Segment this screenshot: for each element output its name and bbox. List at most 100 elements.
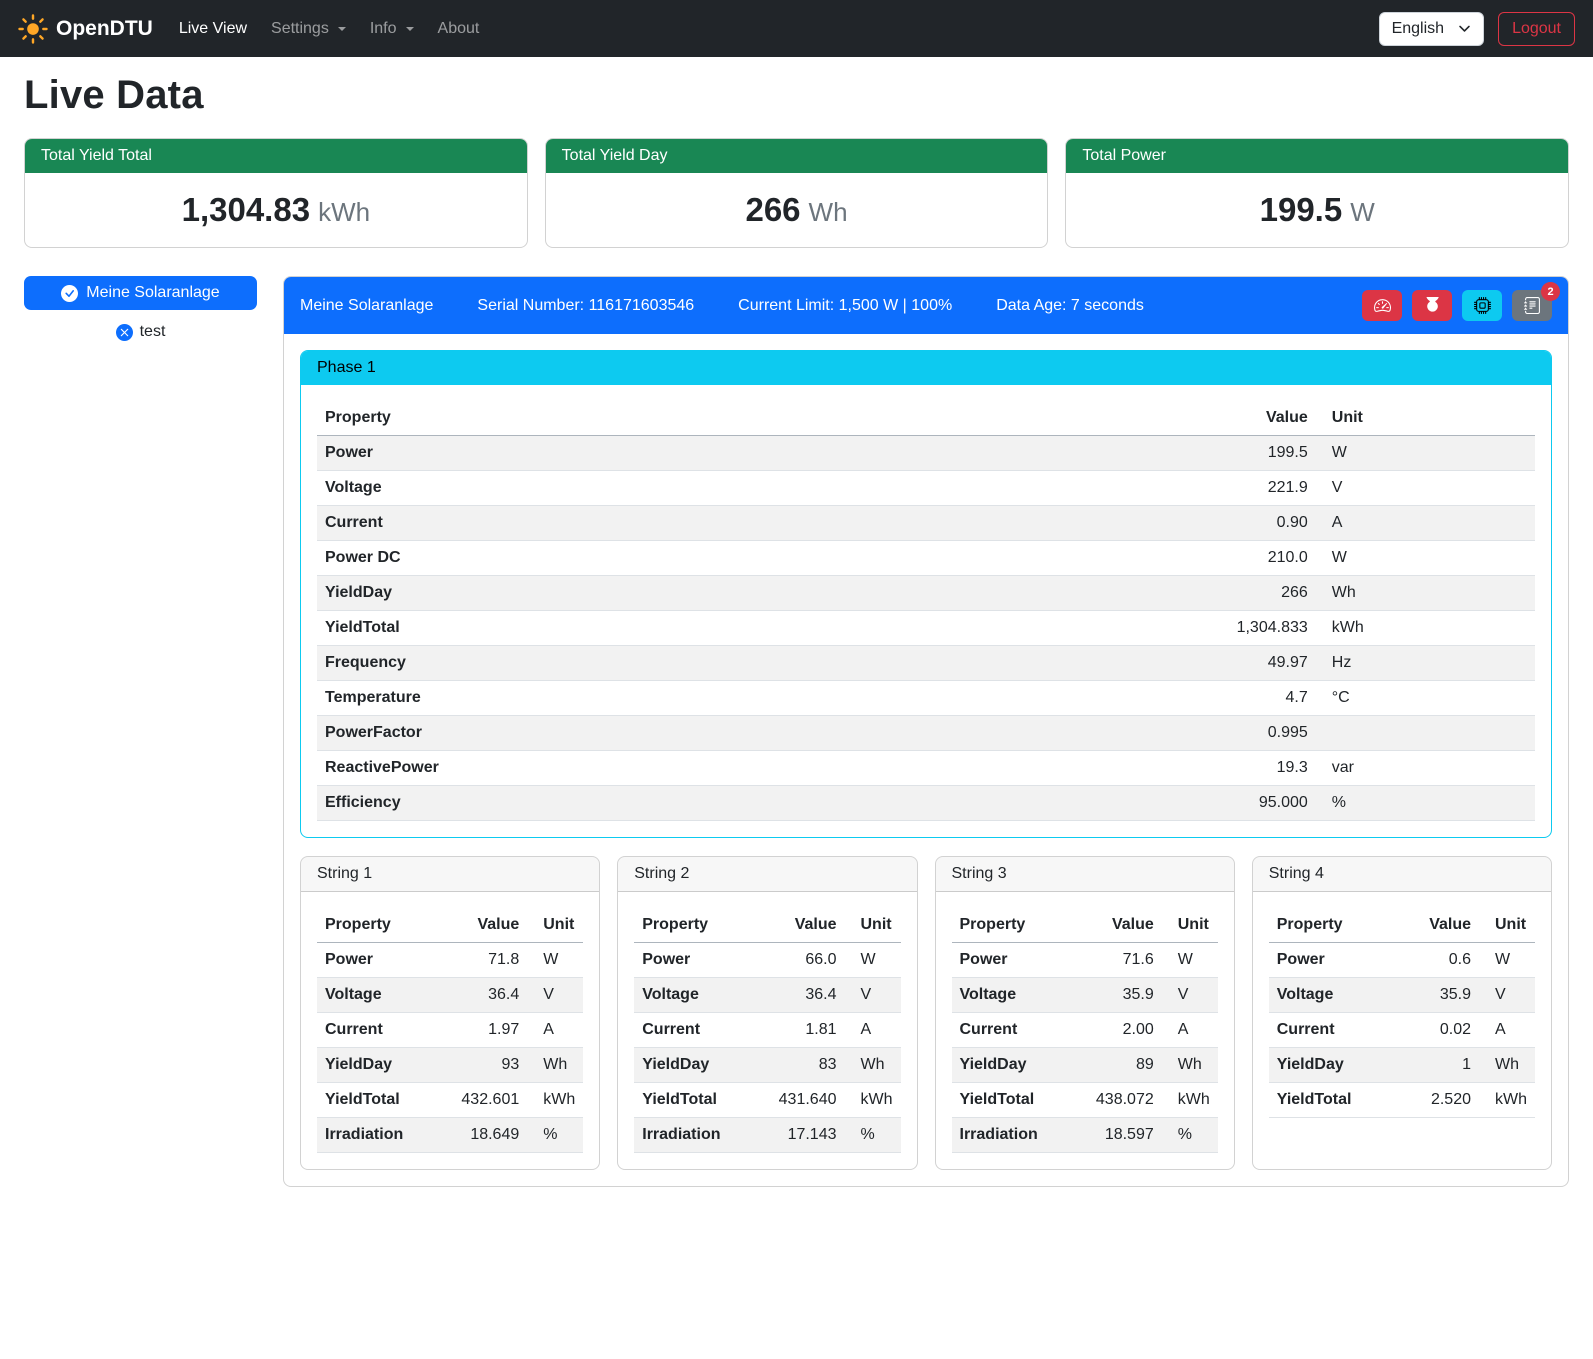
page-container: Live Data Total Yield Total 1,304.83kWh … [0,73,1593,1215]
string-card: String 4 Property Value Unit Power0.6WVo… [1252,856,1552,1170]
table-row: Current0.02A [1269,1013,1535,1048]
column-header-property: Property [317,908,435,943]
value-cell: 1.97 [435,1013,527,1048]
unit-cell: kWh [527,1083,583,1118]
column-header-unit: Unit [527,908,583,943]
summary-card-value: 1,304.83 [182,191,310,228]
sidebar: Meine Solaranlage test [24,276,257,341]
table-row: YieldTotal432.601kWh [317,1083,583,1118]
value-cell: 49.97 [915,646,1316,681]
language-select[interactable]: English [1379,12,1484,46]
unit-cell: W [845,943,901,978]
unit-cell: kWh [1316,611,1535,646]
property-cell: YieldDay [317,1048,435,1083]
property-cell: YieldTotal [317,1083,435,1118]
column-header-property: Property [634,908,752,943]
device-info-button[interactable] [1462,290,1502,321]
table-row: Irradiation18.597% [952,1118,1218,1153]
inverter-data-age: Data Age: 7 seconds [996,297,1144,315]
table-row: Voltage36.4V [634,978,900,1013]
summary-card-body: 1,304.83kWh [25,173,527,247]
table-row: YieldDay83Wh [634,1048,900,1083]
property-cell: Current [317,1013,435,1048]
property-cell: Irradiation [317,1118,435,1153]
summary-card: Total Power 199.5W [1065,138,1569,248]
unit-cell: V [1316,471,1535,506]
unit-cell: % [845,1118,901,1153]
unit-cell: kWh [1479,1083,1535,1118]
chevron-down-icon [338,27,346,31]
string-table-body: Power71.6WVoltage35.9VCurrent2.00AYieldD… [952,943,1218,1153]
column-header-property: Property [952,908,1070,943]
property-cell: Power DC [317,541,915,576]
inverter-select-label: Meine Solaranlage [86,284,219,302]
string-table-body: Power71.8WVoltage36.4VCurrent1.97AYieldD… [317,943,583,1153]
page-title: Live Data [24,73,1569,118]
unit-cell: A [845,1013,901,1048]
property-cell: Power [952,943,1070,978]
property-cell: YieldDay [317,576,915,611]
value-cell: 1.81 [752,1013,844,1048]
event-log-button[interactable]: 2 [1512,290,1552,321]
nav-item-label: Info [370,20,397,38]
nav-item-settings[interactable]: Settings [259,12,358,46]
summary-card-title: Total Yield Day [546,139,1048,173]
property-cell: Current [634,1013,752,1048]
table-row: Voltage35.9V [1269,978,1535,1013]
table-row: PowerFactor0.995 [317,716,1535,751]
journal-icon [1524,297,1541,314]
summary-card-title: Total Power [1066,139,1568,173]
column-header-unit: Unit [1162,908,1218,943]
navbar: OpenDTU Live View Settings Info About Engli… [0,0,1593,57]
unit-cell: Wh [1316,576,1535,611]
property-cell: Power [317,436,915,471]
column-header-value: Value [435,908,527,943]
table-header-row: Property Value Unit [1269,908,1535,943]
table-header-row: Property Value Unit [634,908,900,943]
power-button[interactable] [1412,290,1452,321]
property-cell: Power [634,943,752,978]
test-label: test [140,323,166,341]
table-row: Current2.00A [952,1013,1218,1048]
nav-item-live-view[interactable]: Live View [167,12,259,46]
string-table: Property Value Unit Power71.8WVoltage36.… [317,908,583,1153]
limit-settings-button[interactable] [1362,290,1402,321]
value-cell: 2.520 [1397,1083,1479,1118]
unit-cell: A [1316,506,1535,541]
string-table: Property Value Unit Power71.6WVoltage35.… [952,908,1218,1153]
table-row: Temperature4.7°C [317,681,1535,716]
sidebar-item-test[interactable]: test [24,323,257,341]
strings-row: String 1 Property Value Unit Power71.8WV… [300,856,1552,1170]
nav-item-info[interactable]: Info [358,12,426,46]
value-cell: 431.640 [752,1083,844,1118]
inverter-card-body: Phase 1 Property Value Unit Power199.5WV… [284,334,1568,1186]
unit-cell: kWh [1162,1083,1218,1118]
string-card: String 3 Property Value Unit Power71.6WV… [935,856,1235,1170]
inverter-select-button[interactable]: Meine Solaranlage [24,276,257,310]
summary-card-value: 199.5 [1260,191,1343,228]
value-cell: 71.6 [1069,943,1161,978]
cpu-icon [1474,297,1491,314]
nav-item-about[interactable]: About [426,12,492,46]
string-card: String 1 Property Value Unit Power71.8WV… [300,856,600,1170]
table-row: ReactivePower19.3var [317,751,1535,786]
logout-button[interactable]: Logout [1498,12,1575,46]
value-cell: 93 [435,1048,527,1083]
language-selected-value: English [1392,20,1444,38]
table-row: Current0.90A [317,506,1535,541]
summary-card-title: Total Yield Total [25,139,527,173]
nav-item-label: Settings [271,20,329,38]
summary-card-body: 199.5W [1066,173,1568,247]
property-cell: Frequency [317,646,915,681]
property-cell: Efficiency [317,786,915,821]
property-cell: YieldTotal [952,1083,1070,1118]
navbar-brand[interactable]: OpenDTU [18,14,153,44]
unit-cell: A [1479,1013,1535,1048]
property-cell: PowerFactor [317,716,915,751]
unit-cell: V [1162,978,1218,1013]
property-cell: ReactivePower [317,751,915,786]
string-card-body: Property Value Unit Power0.6WVoltage35.9… [1253,892,1551,1134]
unit-cell: W [527,943,583,978]
value-cell: 36.4 [752,978,844,1013]
property-cell: Temperature [317,681,915,716]
